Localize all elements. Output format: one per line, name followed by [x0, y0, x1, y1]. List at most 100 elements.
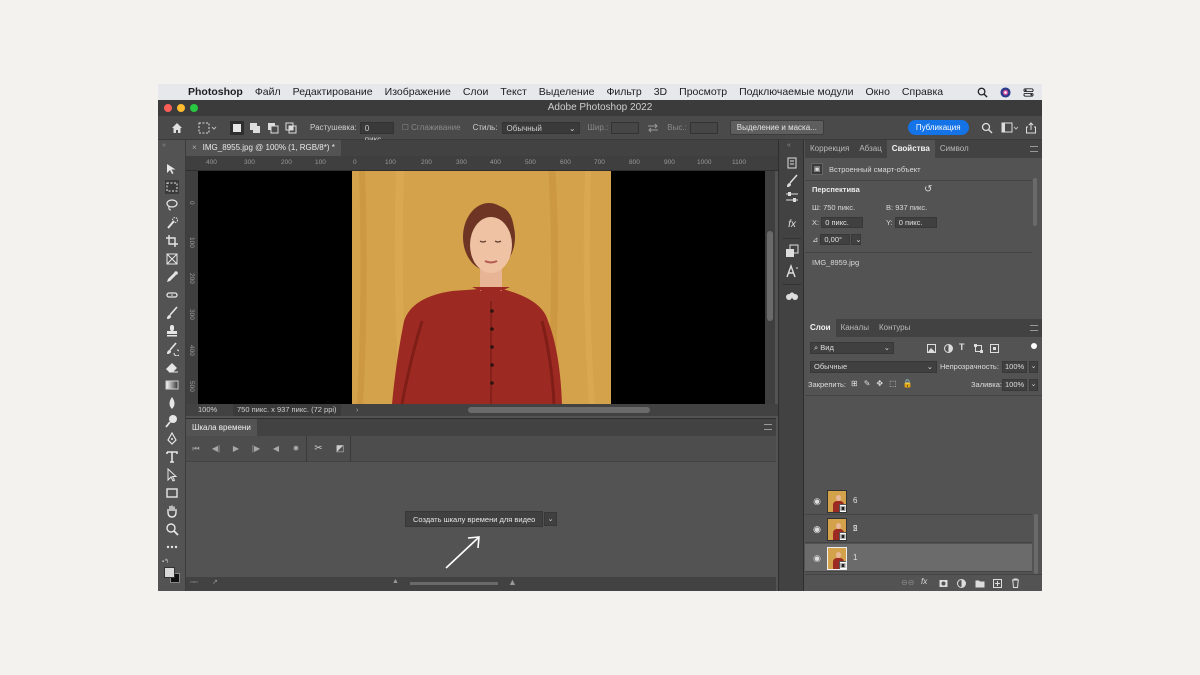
pen-tool-icon[interactable] [165, 432, 179, 446]
link-layers-icon[interactable]: ⊖⊖ [901, 578, 914, 587]
menu-type[interactable]: Текст [500, 86, 526, 98]
close-window-button[interactable] [164, 104, 172, 112]
visibility-eye-icon[interactable]: ◉ [812, 496, 822, 506]
timeline-zoom-slider[interactable] [410, 582, 498, 585]
layer-row-selected[interactable]: ◉ ▣ 1 [805, 544, 1032, 572]
menu-view[interactable]: Просмотр [679, 86, 727, 98]
rectangular-marquee-tool-icon[interactable] [165, 180, 179, 194]
path-selection-tool-icon[interactable] [165, 468, 179, 482]
layer-name[interactable]: 1 [853, 553, 857, 562]
layer-filter-select[interactable]: ⌕ Вид ⌄ [810, 342, 894, 354]
height-input[interactable] [689, 121, 718, 134]
chevron-down-icon[interactable]: ⌄ [1029, 379, 1038, 391]
previous-frame-icon[interactable]: ◀| [206, 444, 226, 453]
frame-tool-icon[interactable] [165, 252, 179, 266]
workspace-icon[interactable] [1001, 122, 1019, 134]
zoom-out-timeline-icon[interactable]: ▲ [392, 578, 399, 585]
menu-layers[interactable]: Слои [463, 86, 489, 98]
lasso-tool-icon[interactable] [165, 198, 179, 212]
color-swatches[interactable]: ▪↰ [162, 558, 182, 584]
rectangle-tool-icon[interactable] [165, 486, 179, 500]
menu-plugins[interactable]: Подключаемые модули [739, 86, 853, 98]
home-icon[interactable] [170, 121, 184, 135]
filter-toggle-icon[interactable] [1031, 343, 1037, 349]
select-and-mask-button[interactable]: Выделение и маска... [729, 120, 824, 135]
collapse-icons-icon[interactable]: « [787, 142, 791, 149]
app-name[interactable]: Photoshop [188, 86, 243, 98]
zoom-window-button[interactable] [190, 104, 198, 112]
convert-frames-icon[interactable]: ▫▫▫ [190, 579, 197, 586]
new-adjustment-layer-icon[interactable] [957, 579, 966, 588]
more-tools-icon[interactable] [165, 540, 179, 554]
new-layer-icon[interactable] [993, 579, 1002, 588]
filter-pixel-layers-icon[interactable] [927, 344, 936, 353]
tab-character[interactable]: Символ [935, 140, 974, 158]
collapse-tools-icon[interactable]: » [162, 142, 166, 149]
delete-layer-icon[interactable] [1011, 578, 1020, 588]
menu-help[interactable]: Справка [902, 86, 943, 98]
menu-select[interactable]: Выделение [539, 86, 595, 98]
render-video-icon[interactable]: ↗ [212, 578, 218, 586]
move-tool-icon[interactable] [165, 162, 179, 176]
marquee-tool-preset-icon[interactable] [198, 122, 218, 134]
tab-adjustments[interactable]: Коррекция [805, 140, 854, 158]
paths-icon[interactable] [785, 244, 799, 258]
filter-smart-objects-icon[interactable] [990, 344, 999, 353]
brush-tool-icon[interactable] [165, 306, 179, 320]
panel-menu-icon[interactable] [764, 424, 772, 430]
properties-scroll-thumb[interactable] [1033, 178, 1037, 226]
timeline-type-dropdown[interactable]: ⌄ [544, 512, 557, 526]
visibility-eye-icon[interactable]: ◉ [812, 553, 822, 563]
intersect-selection-icon[interactable] [284, 121, 298, 135]
y-input[interactable]: 0 пикс. [894, 217, 937, 228]
control-center-icon[interactable] [1023, 87, 1034, 98]
tab-channels[interactable]: Каналы [836, 319, 874, 337]
document-tab[interactable]: × IMG_8955.jpg @ 100% (1, RGB/8*) * [186, 140, 341, 156]
go-to-first-frame-icon[interactable]: ⏮ [186, 444, 206, 454]
layer-name[interactable]: 6 [853, 496, 857, 505]
audio-icon[interactable]: ◀ [266, 444, 286, 453]
next-frame-icon[interactable]: |▶ [246, 444, 266, 453]
layer-row[interactable]: ◉ ▣ 6 [805, 487, 1032, 515]
filter-type-layers-icon[interactable]: T [959, 342, 965, 352]
publish-button[interactable]: Публикация [907, 120, 969, 135]
libraries-icon[interactable] [785, 290, 799, 304]
chevron-right-icon[interactable]: › [356, 405, 359, 414]
horizontal-scroll-thumb[interactable] [468, 407, 650, 413]
create-video-timeline-button[interactable]: Создать шкалу времени для видео [405, 511, 544, 527]
history-brush-tool-icon[interactable] [165, 342, 179, 356]
settings-icon[interactable]: ✹ [286, 444, 306, 453]
opacity-input[interactable]: 100% [1002, 361, 1028, 373]
swap-dimensions-icon[interactable] [647, 123, 659, 133]
crop-tool-icon[interactable] [165, 234, 179, 248]
subtract-from-selection-icon[interactable] [266, 121, 280, 135]
search-icon[interactable] [981, 122, 993, 134]
vertical-scrollbar[interactable] [765, 171, 775, 404]
split-clip-icon[interactable]: ✂ [306, 435, 330, 462]
visibility-eye-icon[interactable]: ◉ [812, 524, 822, 534]
type-tool-icon[interactable] [165, 450, 179, 464]
hand-tool-icon[interactable] [165, 504, 179, 518]
siri-icon[interactable] [1000, 86, 1011, 98]
layers-scroll-thumb[interactable] [1034, 514, 1038, 574]
play-icon[interactable]: ▶ [226, 444, 246, 453]
chevron-down-icon[interactable]: ⌄ [1029, 361, 1038, 373]
vertical-scroll-thumb[interactable] [767, 231, 773, 321]
dodge-tool-icon[interactable] [165, 414, 179, 428]
style-select[interactable]: Обычный ⌄ [501, 121, 580, 134]
foreground-color-swatch[interactable] [164, 567, 175, 578]
search-icon[interactable] [977, 87, 988, 98]
filter-shape-layers-icon[interactable] [974, 344, 983, 353]
default-colors-icon[interactable]: ▪↰ [162, 558, 169, 565]
fill-input[interactable]: 100% [1002, 379, 1028, 391]
x-input[interactable]: 0 пикс. [821, 217, 864, 228]
eyedropper-tool-icon[interactable] [165, 270, 179, 284]
tab-paths[interactable]: Контуры [874, 319, 915, 337]
antialias-checkbox[interactable]: ☐ Сглаживание [402, 123, 461, 132]
zoom-level[interactable]: 100% [198, 405, 217, 414]
tab-paragraph[interactable]: Абзац [854, 140, 886, 158]
quick-selection-tool-icon[interactable] [165, 216, 179, 230]
menu-edit[interactable]: Редактирование [293, 86, 373, 98]
zoom-tool-icon[interactable] [165, 522, 179, 536]
zoom-in-timeline-icon[interactable]: ▲ [508, 577, 517, 587]
